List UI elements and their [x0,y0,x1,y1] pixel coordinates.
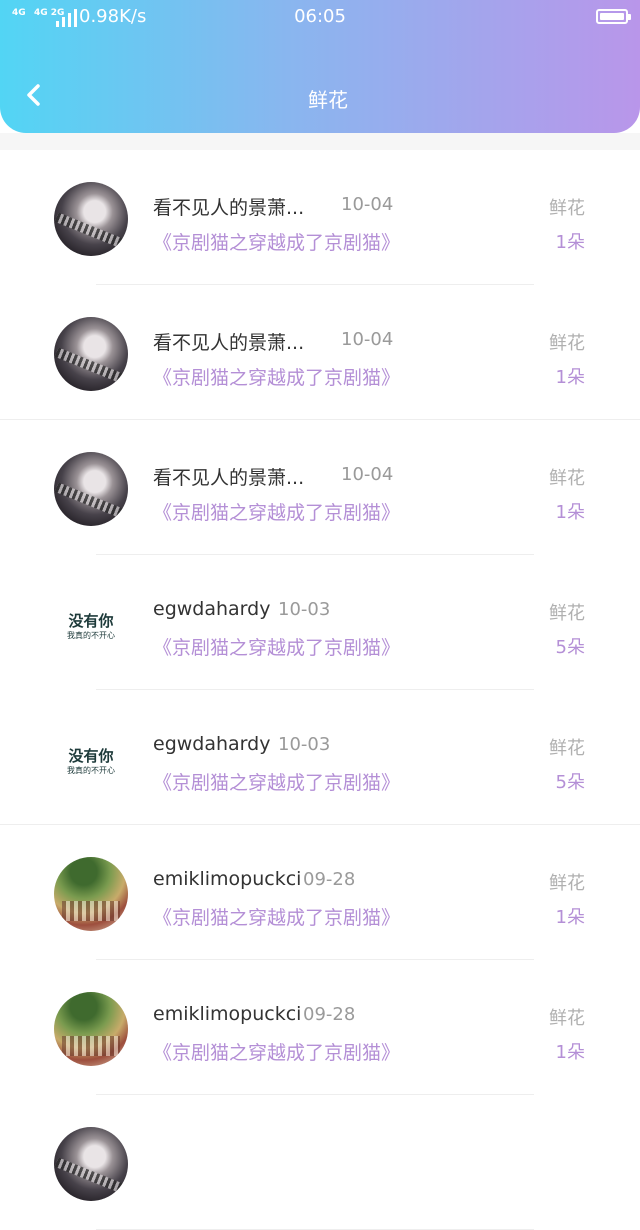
avatar[interactable] [54,182,128,256]
gift-date: 10-04 [341,194,394,215]
avatar[interactable] [54,1127,128,1201]
gift-type-label: 鲜花 [549,603,585,624]
list-item[interactable]: emiklimopuckci 09-28 《京剧猫之穿越成了京剧猫》 鲜花 1朵 [0,825,640,960]
status-bar: 4G 4G 2G 0.98K/s 06:05 [0,0,640,36]
gift-count: 1朵 [555,502,585,523]
user-name[interactable]: egwdahardy [153,733,270,755]
header-bar: 4G 4G 2G 0.98K/s 06:05 鲜花 [0,0,640,133]
header-spacer [0,133,640,150]
list-item[interactable] [0,1095,640,1230]
gift-count: 1朵 [555,367,585,388]
gift-date: 10-04 [341,329,394,350]
avatar[interactable] [54,992,128,1066]
avatar[interactable]: 没有你 我真的不开心 [54,722,128,796]
gift-count: 1朵 [555,1042,585,1063]
battery-icon [596,9,631,24]
book-title-link[interactable]: 《京剧猫之穿越成了京剧猫》 [153,228,400,255]
avatar[interactable] [54,857,128,931]
user-name[interactable]: egwdahardy [153,598,270,620]
gift-type-label: 鲜花 [549,873,585,894]
gift-date: 09-28 [303,869,356,890]
book-title-link[interactable]: 《京剧猫之穿越成了京剧猫》 [153,633,400,660]
gift-type-label: 鲜花 [549,333,585,354]
user-name[interactable]: emiklimopuckci [153,868,301,890]
user-name[interactable]: 看不见人的景萧... [153,463,304,490]
avatar[interactable]: 没有你 我真的不开心 [54,587,128,661]
gift-date: 10-04 [341,464,394,485]
book-title-link[interactable]: 《京剧猫之穿越成了京剧猫》 [153,498,400,525]
user-name[interactable]: 看不见人的景萧... [153,193,304,220]
list-item[interactable]: 看不见人的景萧... 10-04 《京剧猫之穿越成了京剧猫》 鲜花 1朵 [0,150,640,285]
status-clock: 06:05 [294,6,346,27]
gift-date: 10-03 [278,734,331,755]
book-title-link[interactable]: 《京剧猫之穿越成了京剧猫》 [153,903,400,930]
list-item[interactable]: 没有你 我真的不开心 egwdahardy 10-03 《京剧猫之穿越成了京剧猫》 鲜花 5… [0,555,640,690]
gift-count: 5朵 [555,637,585,658]
list-item[interactable]: 没有你 我真的不开心 egwdahardy 10-03 《京剧猫之穿越成了京剧猫》 鲜花 5… [0,690,640,825]
list-item[interactable]: 看不见人的景萧... 10-04 《京剧猫之穿越成了京剧猫》 鲜花 1朵 [0,285,640,420]
gift-type-label: 鲜花 [549,1008,585,1029]
book-title-link[interactable]: 《京剧猫之穿越成了京剧猫》 [153,768,400,795]
book-title-link[interactable]: 《京剧猫之穿越成了京剧猫》 [153,1038,400,1065]
gift-type-label: 鲜花 [549,738,585,759]
list-item[interactable]: emiklimopuckci 09-28 《京剧猫之穿越成了京剧猫》 鲜花 1朵 [0,960,640,1095]
avatar-text-sub: 我真的不开心 [67,766,115,775]
user-name[interactable]: emiklimopuckci [153,1003,301,1025]
gift-count: 1朵 [555,232,585,253]
avatar-text-sub: 我真的不开心 [67,631,115,640]
gift-type-label: 鲜花 [549,468,585,489]
gift-count: 5朵 [555,772,585,793]
page-title: 鲜花 [308,88,348,112]
avatar[interactable] [54,452,128,526]
gift-count: 1朵 [555,907,585,928]
flower-gift-list: 看不见人的景萧... 10-04 《京剧猫之穿越成了京剧猫》 鲜花 1朵 看不见人的景萧.… [0,150,640,1230]
gift-type-label: 鲜花 [549,198,585,219]
gift-date: 10-03 [278,599,331,620]
gift-date: 09-28 [303,1004,356,1025]
user-name[interactable]: 看不见人的景萧... [153,328,304,355]
avatar-text-main: 没有你 [68,747,114,765]
avatar-text-main: 没有你 [68,612,114,630]
book-title-link[interactable]: 《京剧猫之穿越成了京剧猫》 [153,363,400,390]
list-item[interactable]: 看不见人的景萧... 10-04 《京剧猫之穿越成了京剧猫》 鲜花 1朵 [0,420,640,555]
avatar[interactable] [54,317,128,391]
